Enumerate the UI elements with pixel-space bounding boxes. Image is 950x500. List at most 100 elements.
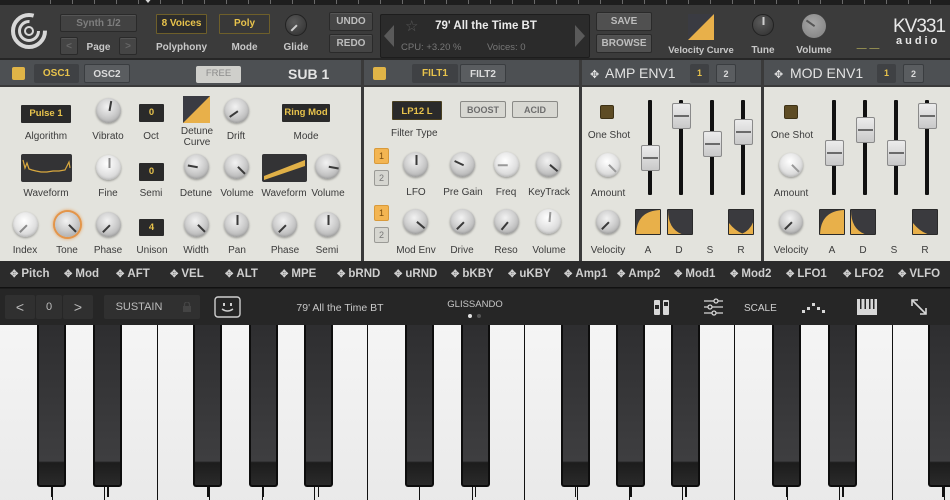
filter-type-select[interactable]: LP12 L	[392, 101, 442, 120]
favorite-star-icon[interactable]: ☆	[405, 17, 418, 35]
release-curve-button[interactable]	[912, 209, 938, 235]
black-key-d-sharp[interactable]	[93, 325, 123, 497]
preset-display[interactable]: ☆ 79' All the Time BT CPU: +3.20 % Voice…	[380, 14, 590, 58]
mod-source-mod1[interactable]: ✥ Mod1	[674, 268, 715, 280]
amount-knob[interactable]	[596, 153, 620, 177]
acid-button[interactable]: ACID	[512, 101, 558, 118]
reso-knob[interactable]	[494, 209, 519, 234]
black-key-f-sharp[interactable]	[928, 325, 950, 497]
tab-filt2[interactable]: FILT2	[460, 64, 506, 83]
mod-source-aft[interactable]: ✥ AFT	[116, 268, 150, 280]
drag-mod-icon[interactable]: ✥	[774, 68, 783, 81]
save-button[interactable]: SAVE	[596, 12, 652, 31]
black-key-g-sharp[interactable]	[616, 325, 646, 497]
amp-env-tab-2[interactable]: 2	[716, 64, 736, 83]
preset-prev-arrow-icon[interactable]	[384, 25, 394, 47]
tone-knob[interactable]	[55, 212, 80, 237]
osc-enable-toggle[interactable]	[12, 67, 25, 80]
mod-source-mod[interactable]: ✥ Mod	[64, 268, 99, 280]
sustain-slider-handle[interactable]	[702, 131, 722, 158]
decay-slider-handle[interactable]	[855, 117, 875, 144]
mod-source-vel[interactable]: ✥ VEL	[170, 268, 204, 280]
unison-value[interactable]: 4	[139, 219, 164, 236]
page-next-button[interactable]: >	[119, 37, 137, 55]
mod-source-urnd[interactable]: ✥ uRND	[394, 268, 437, 280]
glide-knob[interactable]	[285, 14, 307, 36]
mod-source-mpe[interactable]: ✥ MPE	[280, 268, 316, 280]
drift-knob[interactable]	[224, 98, 249, 123]
waveform-display[interactable]	[21, 154, 72, 182]
mod-source-alt[interactable]: ✥ ALT	[225, 268, 258, 280]
decay-slider-handle[interactable]	[671, 103, 691, 130]
tab-osc2[interactable]: OSC2	[84, 64, 130, 83]
phase-knob[interactable]	[96, 212, 121, 237]
smiley-icon[interactable]	[214, 296, 241, 318]
keyboard-layout-icon[interactable]	[857, 299, 877, 315]
lfo-knob[interactable]	[403, 152, 428, 177]
env-select-2[interactable]: 2	[374, 227, 389, 243]
tune-knob[interactable]	[752, 14, 774, 36]
mod-env-tab-1[interactable]: 1	[877, 64, 896, 83]
pre-gain-knob[interactable]	[450, 152, 475, 177]
attack-slider-handle[interactable]	[640, 144, 660, 171]
redo-button[interactable]: REDO	[329, 34, 373, 53]
page-dot-active[interactable]	[468, 314, 472, 318]
release-slider-handle[interactable]	[917, 103, 937, 130]
fullscreen-expand-icon[interactable]	[910, 298, 928, 316]
mod-source-vlfo[interactable]: ✥ VLFO	[898, 268, 940, 280]
browse-button[interactable]: BROWSE	[596, 34, 652, 53]
amp-env-tab-1[interactable]: 1	[690, 64, 709, 83]
mod-env-tab-2[interactable]: 2	[903, 64, 924, 83]
volume-knob-osc[interactable]	[224, 154, 249, 179]
mode-select[interactable]: Poly	[219, 14, 270, 34]
oct-value[interactable]: 0	[139, 104, 164, 122]
mod-source-bkby[interactable]: ✥ bKBY	[451, 268, 494, 280]
mod-source-mod2[interactable]: ✥ Mod2	[730, 268, 771, 280]
semi-value[interactable]: 0	[139, 163, 164, 181]
release-curve-button[interactable]	[728, 209, 754, 235]
fine-knob[interactable]	[96, 155, 121, 180]
filter-enable-toggle[interactable]	[373, 67, 386, 80]
mod-source-brnd[interactable]: ✥ bRND	[337, 268, 380, 280]
black-key-f-sharp[interactable]	[560, 325, 590, 497]
glissando-label[interactable]: GLISSANDO	[445, 299, 505, 310]
black-key-c-sharp[interactable]	[404, 325, 434, 497]
octave-down-button[interactable]: <	[5, 295, 35, 319]
undo-button[interactable]: UNDO	[329, 12, 373, 31]
mod-source-ukby[interactable]: ✥ uKBY	[508, 268, 551, 280]
octave-up-button[interactable]: >	[63, 295, 93, 319]
algorithm-select[interactable]: Pulse 1	[21, 105, 71, 123]
free-button[interactable]: FREE	[196, 66, 241, 83]
drive-knob[interactable]	[450, 209, 475, 234]
decay-slider-track[interactable]	[863, 100, 867, 195]
arpeggiator-icon[interactable]	[802, 301, 826, 313]
black-key-c-sharp[interactable]	[772, 325, 802, 497]
sustain-slider-handle[interactable]	[886, 140, 906, 167]
black-key-c-sharp[interactable]	[37, 325, 67, 497]
polyphony-select[interactable]: 8 Voices	[156, 14, 207, 34]
volume-knob[interactable]	[802, 14, 826, 38]
filter-volume-knob[interactable]	[536, 209, 561, 234]
lfo-select-1[interactable]: 1	[374, 148, 389, 164]
sub-phase-knob[interactable]	[272, 212, 297, 237]
attack-slider-handle[interactable]	[824, 140, 844, 167]
black-key-f-sharp[interactable]	[193, 325, 223, 497]
mod-source-amp1[interactable]: ✥ Amp1	[564, 268, 607, 280]
page-prev-button[interactable]: <	[60, 37, 78, 55]
lfo-select-2[interactable]: 2	[374, 170, 389, 186]
freq-knob[interactable]	[494, 152, 519, 177]
mod-source-amp2[interactable]: ✥ Amp2	[617, 268, 660, 280]
velocity-knob[interactable]	[779, 210, 803, 234]
detune-knob[interactable]	[184, 154, 209, 179]
boost-button[interactable]: BOOST	[460, 101, 506, 118]
mod-source-pitch[interactable]: ✥ Pitch	[10, 268, 50, 280]
env-select-1[interactable]: 1	[374, 205, 389, 221]
pan-knob[interactable]	[224, 212, 249, 237]
amount-knob[interactable]	[779, 153, 803, 177]
tab-osc1[interactable]: OSC1	[34, 64, 79, 83]
split-view-icon[interactable]	[653, 299, 670, 316]
tab-filt1[interactable]: FILT1	[412, 64, 458, 83]
index-knob[interactable]	[13, 212, 38, 237]
release-slider-handle[interactable]	[733, 119, 753, 146]
black-key-a-sharp[interactable]	[303, 325, 333, 497]
